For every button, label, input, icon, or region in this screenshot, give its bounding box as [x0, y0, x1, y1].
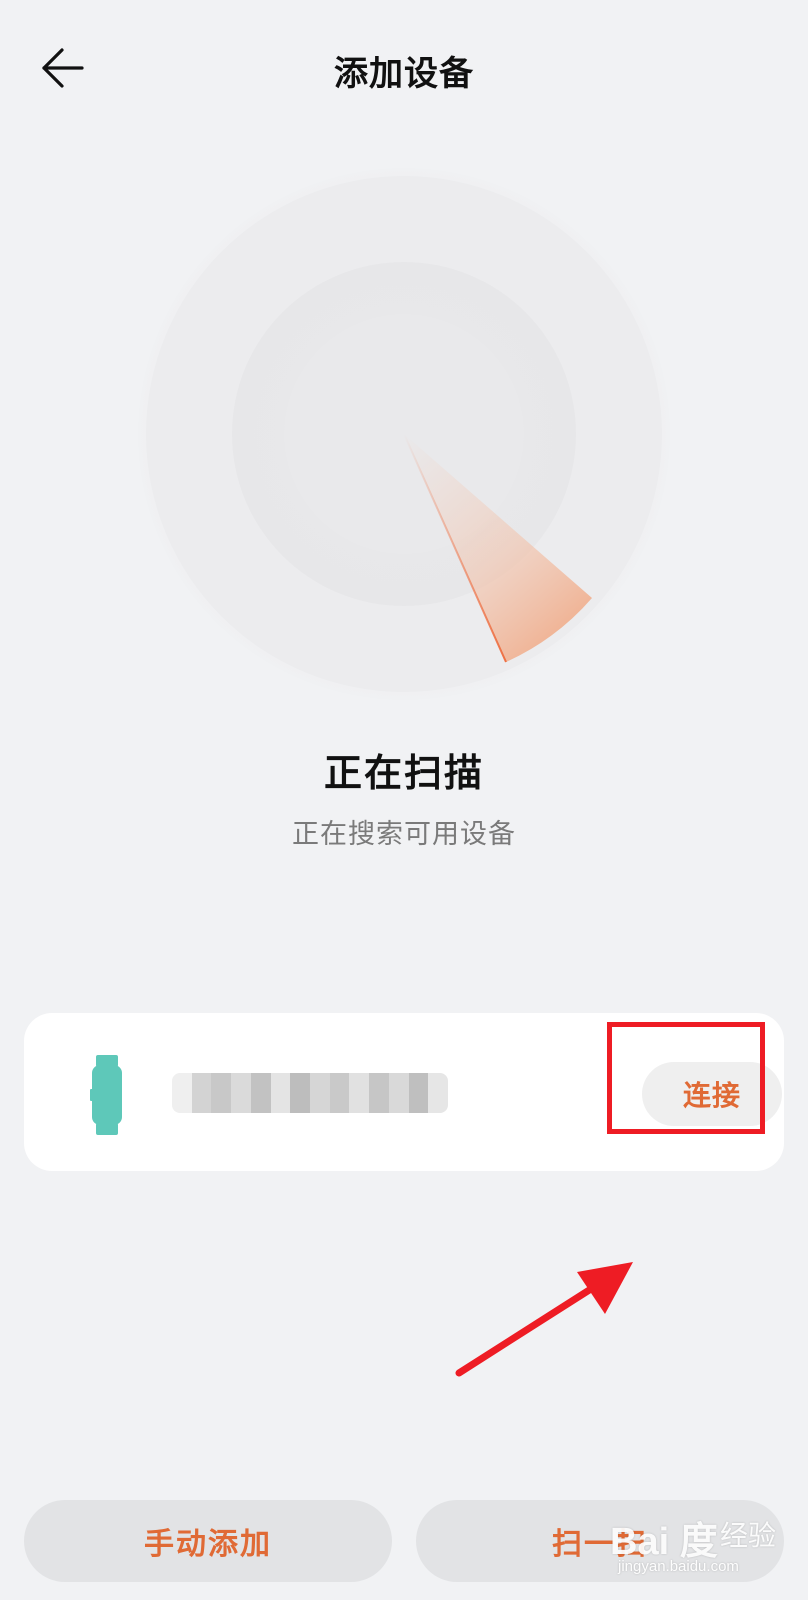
manual-add-button[interactable]: 手动添加: [24, 1500, 392, 1582]
radar-scan-graphic: [138, 168, 670, 700]
device-name: [172, 1073, 173, 1074]
header: 添加设备: [0, 0, 808, 140]
device-name-blurred: [172, 1073, 448, 1113]
connect-button[interactable]: 连接: [642, 1062, 782, 1126]
device-list-item: 连接: [24, 1013, 784, 1171]
scan-qr-button[interactable]: 扫一扫: [416, 1500, 784, 1582]
scan-status-title: 正在扫描: [323, 751, 484, 795]
page-title: 添加设备: [334, 54, 474, 94]
scan-status-subtitle: 正在搜索可用设备: [292, 819, 516, 850]
smart-band-icon: [90, 1055, 122, 1135]
annotation-arrow-icon: [455, 1262, 633, 1377]
